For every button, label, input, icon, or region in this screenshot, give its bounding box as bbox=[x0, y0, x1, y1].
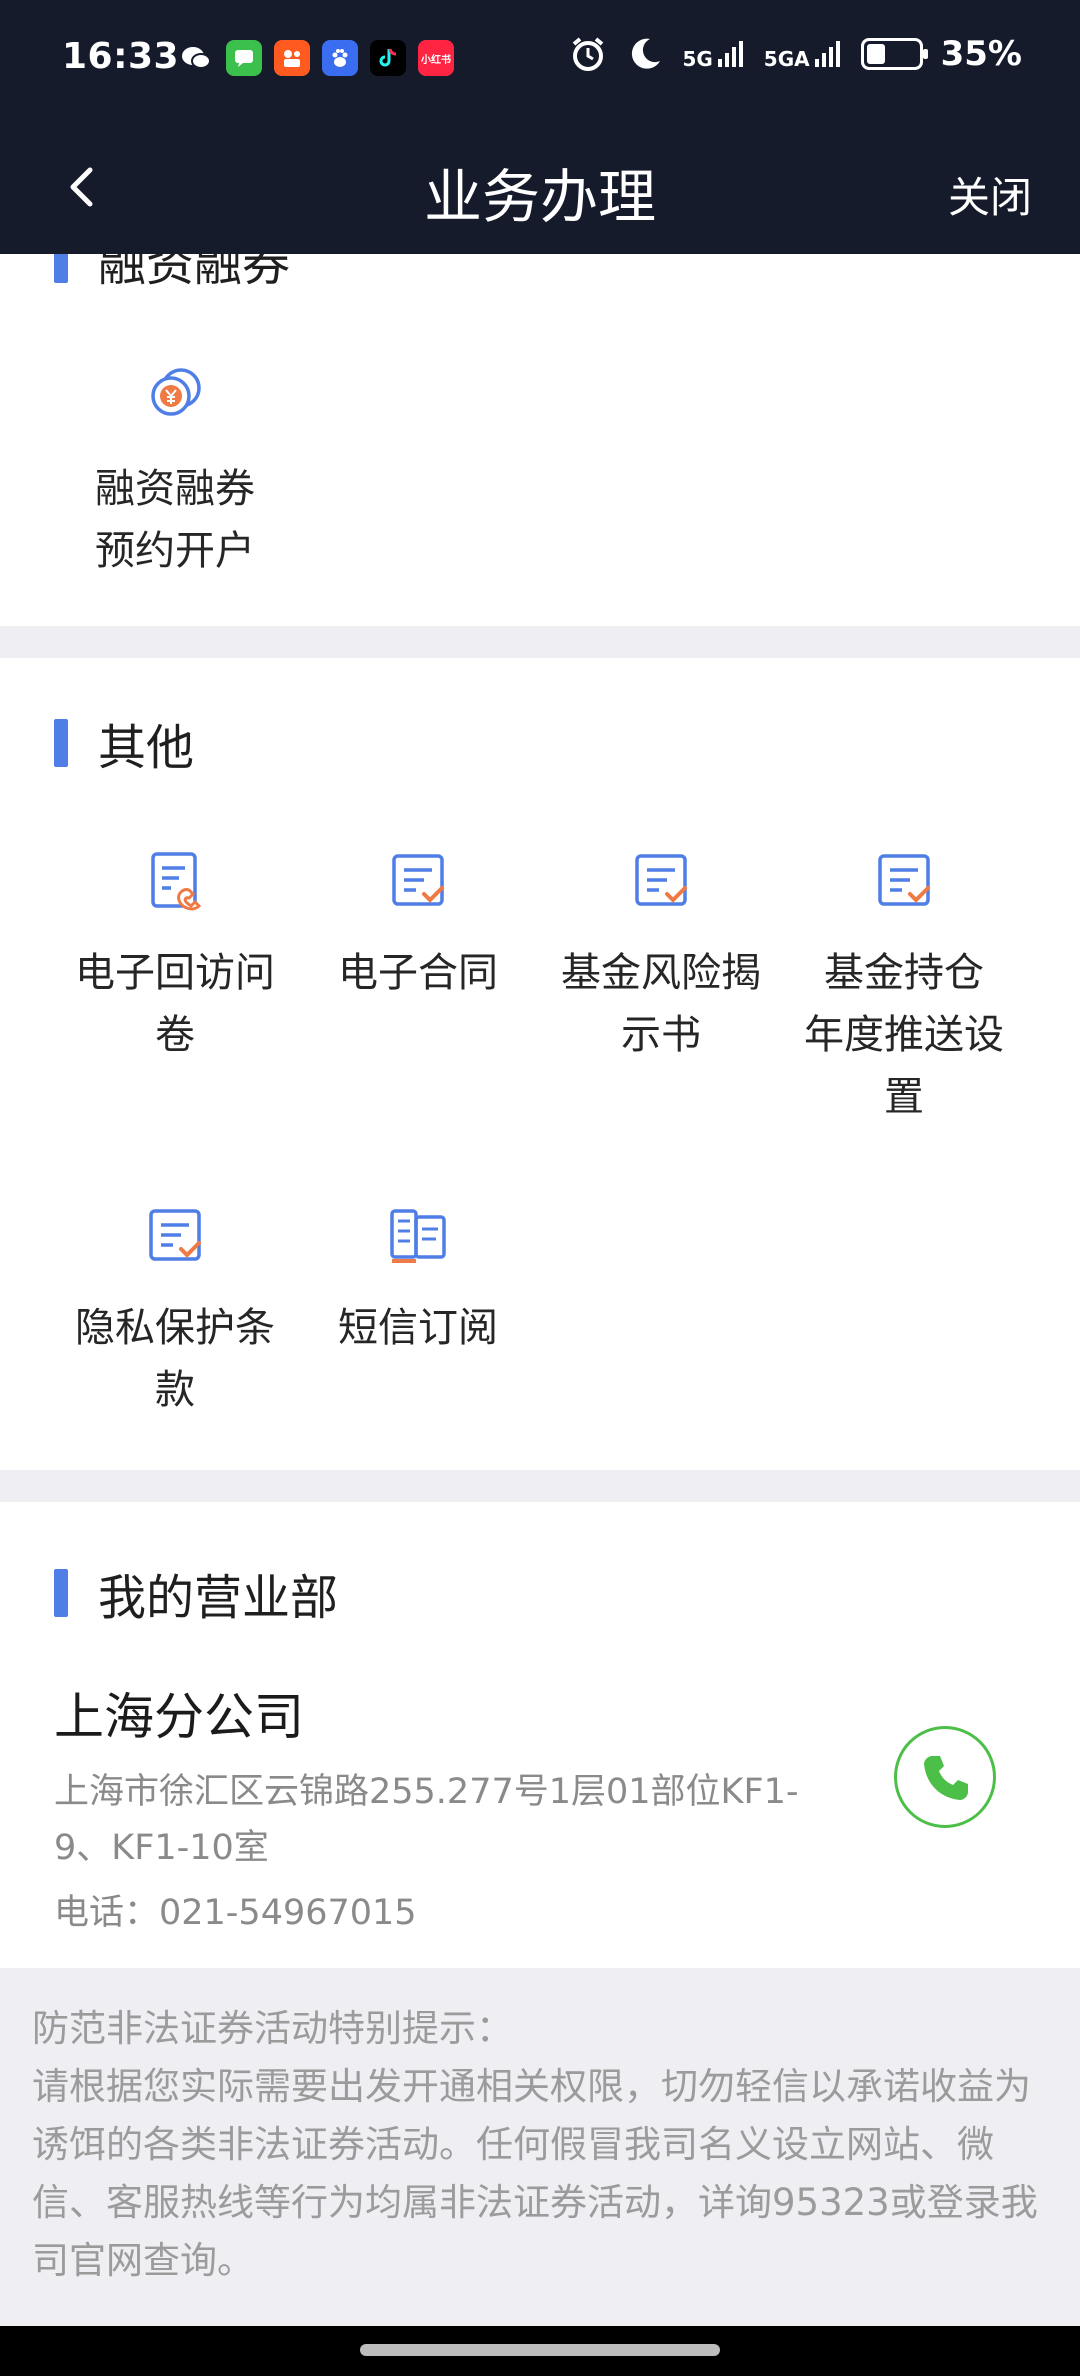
moon-icon bbox=[632, 38, 661, 69]
notification-icons: 小红书 bbox=[178, 40, 454, 76]
notice-body: 请根据您实际需要出发开通相关权限，切勿轻信以承诺收益为诱饵的各类非法证券活动。任… bbox=[32, 2065, 1038, 2282]
branch-phone: 电话：021-54967015 bbox=[54, 1893, 417, 1933]
coin-icon bbox=[151, 368, 201, 416]
system-status: 5G 5GA 35% bbox=[568, 34, 1022, 74]
signal-bars-icon bbox=[814, 41, 840, 67]
service-label: 融资融券 预约开户 bbox=[95, 466, 255, 574]
section-accent-bar bbox=[54, 1569, 68, 1617]
service-item-e-survey[interactable]: 电子回访问 卷 bbox=[60, 848, 290, 1066]
battery-percent: 35% bbox=[940, 34, 1022, 74]
status-bar: 16:33 小红书 5G 5GA 35% bbox=[0, 0, 1080, 120]
doc-check-icon bbox=[149, 1209, 201, 1261]
section-accent-bar bbox=[54, 719, 68, 767]
signal-2: 5GA bbox=[764, 39, 843, 69]
nav-bar: 业务办理 关闭 bbox=[0, 120, 1080, 254]
baidu-icon bbox=[322, 40, 358, 76]
service-label: 基金持仓 年度推送设 置 bbox=[804, 950, 1004, 1120]
service-item-privacy[interactable]: 隐私保护条 款 bbox=[60, 1203, 290, 1421]
phone-doc-icon bbox=[151, 852, 202, 911]
service-label: 电子合同 bbox=[338, 950, 498, 996]
service-item-margin-account[interactable]: 融资融券 预约开户 bbox=[60, 362, 290, 582]
newspaper-icon bbox=[390, 1209, 446, 1263]
service-label: 隐私保护条 款 bbox=[75, 1305, 275, 1413]
section-header: 融资融券 bbox=[54, 254, 290, 294]
tiktok-icon bbox=[370, 40, 406, 76]
battery-level bbox=[866, 44, 885, 64]
section-accent-bar bbox=[54, 254, 68, 283]
doc-check-icon bbox=[878, 854, 930, 906]
other-section: 其他 电子回访问 卷 电子合同 基金风险揭 示书 基金持仓 年度推送设 置 隐私… bbox=[0, 658, 1080, 1470]
page-title: 业务办理 bbox=[423, 163, 656, 231]
margin-trading-section: 融资融券 融资融券 预约开户 bbox=[0, 254, 1080, 626]
service-label: 短信订阅 bbox=[338, 1305, 498, 1351]
wechat-icon bbox=[178, 40, 214, 76]
home-indicator-bar bbox=[0, 2326, 1080, 2376]
service-label: 基金风险揭 示书 bbox=[561, 950, 761, 1058]
service-item-fund-holding-push[interactable]: 基金持仓 年度推送设 置 bbox=[789, 848, 1019, 1128]
signal-1-label: 5G bbox=[682, 47, 713, 71]
section-title: 我的营业部 bbox=[98, 1570, 339, 1626]
branch-address: 上海市徐汇区云锦路255.277号1层01部位KF1-9、KF1-10室 bbox=[54, 1772, 799, 1868]
phone-icon bbox=[924, 1756, 968, 1800]
risk-notice: 防范非法证券活动特别提示： 请根据您实际需要出发开通相关权限，切勿轻信以承诺收益… bbox=[32, 2000, 1052, 2290]
notice-title: 防范非法证券活动特别提示： bbox=[32, 2007, 513, 2050]
section-title: 其他 bbox=[98, 720, 195, 776]
section-header: 我的营业部 bbox=[54, 1558, 338, 1628]
service-item-fund-risk[interactable]: 基金风险揭 示书 bbox=[546, 848, 776, 1066]
battery-icon bbox=[860, 38, 928, 70]
signal-2-label: 5GA bbox=[763, 47, 810, 71]
call-button[interactable] bbox=[894, 1726, 996, 1828]
branch-name: 上海分公司 bbox=[54, 1688, 304, 1746]
alarm-icon bbox=[573, 37, 604, 71]
close-button[interactable]: 关闭 bbox=[948, 164, 1032, 225]
status-time: 16:33 bbox=[62, 36, 180, 77]
home-indicator[interactable] bbox=[360, 2344, 720, 2356]
signal-1: 5G bbox=[682, 39, 745, 69]
xiaohongshu-icon: 小红书 bbox=[418, 40, 454, 76]
messages-icon bbox=[226, 40, 262, 76]
doc-check-icon bbox=[392, 854, 444, 906]
doc-check-icon bbox=[635, 854, 687, 906]
service-item-sms-subscription[interactable]: 短信订阅 bbox=[303, 1203, 533, 1359]
kuaishou-icon bbox=[274, 40, 310, 76]
signal-bars-icon bbox=[717, 41, 743, 67]
section-header: 其他 bbox=[54, 708, 194, 778]
branch-section: 我的营业部 上海分公司 上海市徐汇区云锦路255.277号1层01部位KF1-9… bbox=[0, 1502, 1080, 1968]
service-label: 电子回访问 卷 bbox=[75, 950, 275, 1058]
service-item-e-contract[interactable]: 电子合同 bbox=[303, 848, 533, 1004]
section-title: 融资融券 bbox=[98, 254, 291, 292]
